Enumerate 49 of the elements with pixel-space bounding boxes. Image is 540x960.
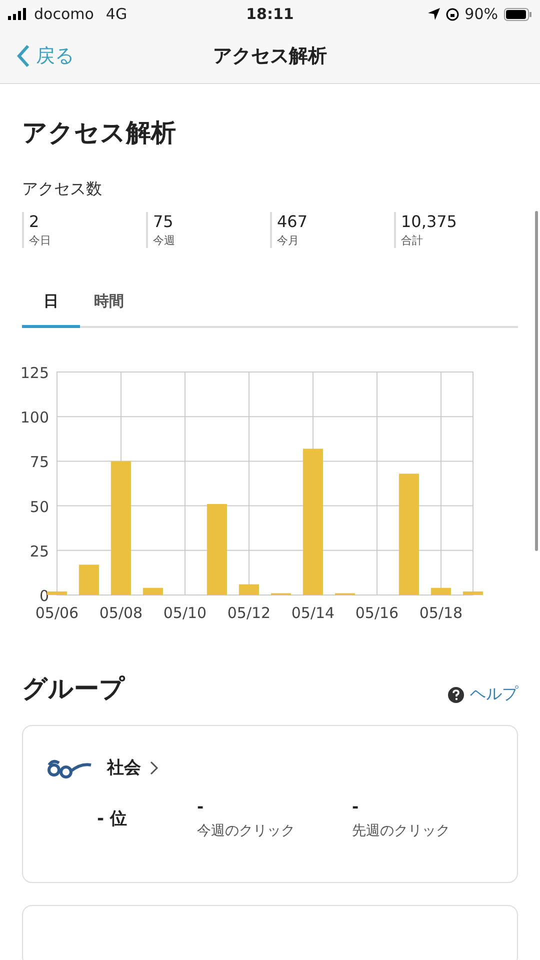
- metric-value: -: [197, 797, 204, 816]
- tab[interactable]: 時間: [80, 282, 138, 328]
- status-time: 18:11: [246, 5, 294, 23]
- x-tick-label: 05/16: [355, 604, 399, 622]
- x-tick-label: 05/06: [35, 604, 79, 622]
- stat-value: 10,375: [401, 212, 457, 231]
- chevron-left-icon: [16, 44, 30, 68]
- section-label: アクセス数: [22, 179, 103, 200]
- help-link[interactable]: ヘルプ: [448, 684, 518, 705]
- y-tick-label: 100: [20, 408, 49, 427]
- stat-value: 2: [29, 212, 40, 231]
- y-tick-label: 75: [30, 453, 49, 472]
- network-type: 4G: [106, 5, 128, 23]
- bar: [463, 591, 483, 595]
- tab[interactable]: 日: [22, 282, 80, 328]
- x-tick-label: 05/14: [291, 604, 335, 622]
- rotation-lock-icon: [446, 8, 459, 20]
- x-tick-label: 05/10: [163, 604, 207, 622]
- battery-icon: [504, 8, 532, 20]
- stat-label: 今月: [277, 233, 299, 248]
- location-arrow-icon: [428, 8, 440, 20]
- help-icon: [448, 686, 464, 702]
- bar: [47, 591, 67, 595]
- rank-value: - 位: [96, 808, 128, 830]
- bar: [79, 564, 99, 595]
- stat-label: 今週: [153, 233, 175, 248]
- group-link[interactable]: 社会: [107, 756, 159, 779]
- metric-value: -: [352, 797, 359, 816]
- stat-label: 今日: [29, 233, 51, 248]
- bar: [239, 584, 259, 595]
- metric-label: 今週のクリック: [197, 822, 295, 840]
- y-tick-label: 25: [30, 542, 49, 560]
- stat-value: 75: [153, 212, 174, 231]
- section-title: グループ: [22, 673, 125, 705]
- stat-label: 合計: [401, 233, 423, 248]
- x-tick-label: 05/18: [419, 604, 463, 622]
- carrier-name: docomo: [34, 5, 94, 23]
- x-tick-label: 05/12: [227, 604, 271, 622]
- y-tick-label: 50: [30, 498, 49, 516]
- bar: [431, 588, 451, 595]
- stat-value: 467: [277, 212, 308, 231]
- bar: [143, 588, 163, 595]
- nav-title: アクセス解析: [213, 44, 327, 68]
- metric-label: 先週のクリック: [352, 822, 450, 840]
- chevron-right-icon: [149, 760, 159, 776]
- y-tick-label: 125: [20, 364, 49, 382]
- x-tick-label: 05/08: [99, 604, 143, 622]
- battery-percent: 90%: [464, 5, 498, 23]
- page-title: アクセス解析: [22, 117, 177, 149]
